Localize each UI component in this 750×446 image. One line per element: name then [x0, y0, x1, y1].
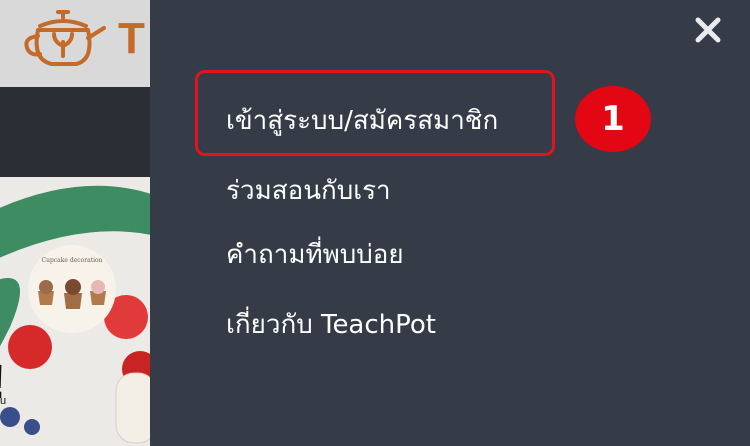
- menu-item-login-register[interactable]: เข้าสู่ระบบ/สมัครสมาชิก: [226, 100, 498, 141]
- menu-item-about[interactable]: เกี่ยวกับ TeachPot: [226, 304, 436, 345]
- banner-subtext: u: [0, 395, 7, 407]
- menu-item-teach-with-us[interactable]: ร่วมสอนกับเรา: [226, 170, 391, 211]
- close-menu-button[interactable]: [694, 16, 722, 44]
- mobile-menu-panel: เข้าสู่ระบบ/สมัครสมาชิก ร่วมสอนกับเรา คำ…: [150, 0, 750, 446]
- brand-logo-letter: T: [118, 14, 145, 63]
- teapot-logo-icon: [24, 10, 106, 66]
- close-icon: [695, 17, 721, 43]
- site-header: T: [0, 0, 150, 87]
- cupcake-card-label: Cupcake decoration: [41, 257, 103, 264]
- step-badge: 1: [575, 86, 651, 152]
- menu-item-faq[interactable]: คำถามที่พบบ่อย: [226, 234, 404, 275]
- cupcake-card: Cupcake decoration: [28, 245, 116, 333]
- background-page: T Cupcake decoration ! u: [0, 0, 150, 446]
- site-navbar: [0, 87, 150, 177]
- hero-banner: Cupcake decoration ! u: [0, 177, 150, 446]
